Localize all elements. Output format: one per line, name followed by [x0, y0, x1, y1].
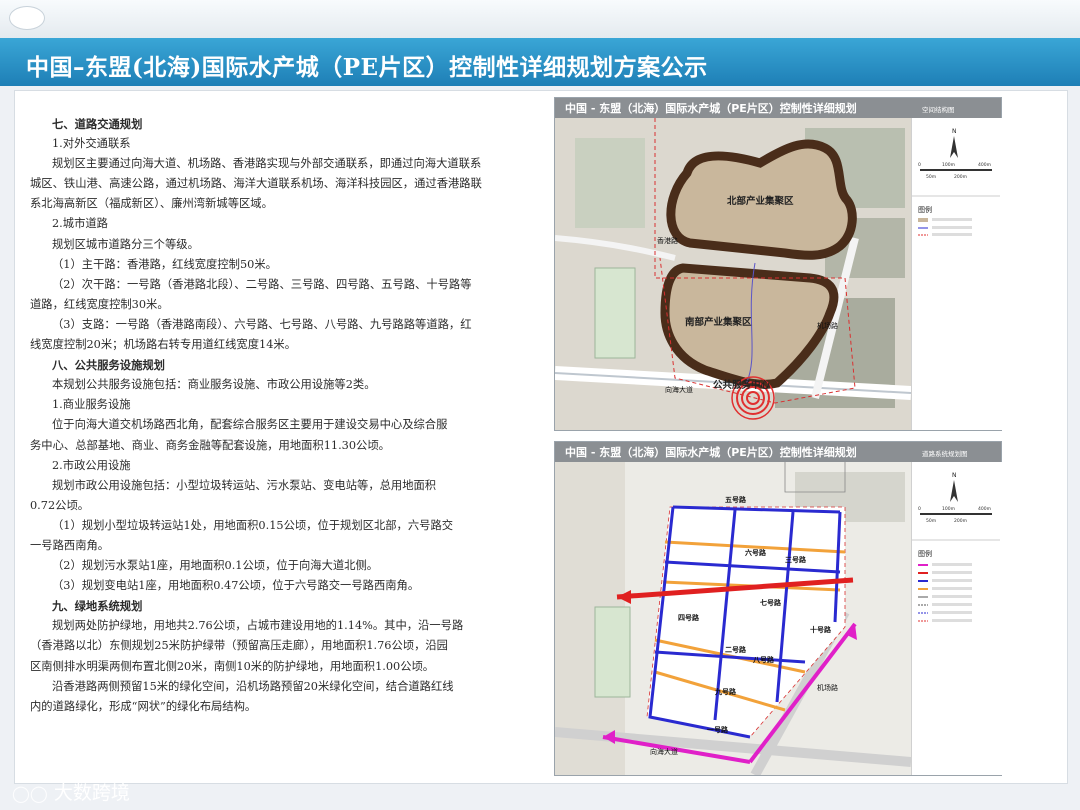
text-line: 区南侧排水明渠两侧布置北侧20米，南侧10米的防护绿地，用地面积1.00公顷。	[30, 659, 435, 673]
oval-button[interactable]	[9, 6, 45, 30]
plan-text: 七、道路交通规划 1.对外交通联系 规划区主要通过向海大道、机场路、香港路实现与…	[30, 114, 514, 717]
text-line: 九、绿地系统规划	[52, 599, 143, 614]
text-line: 系北海高新区（福成新区）、廉州湾新城等区域。	[30, 197, 273, 211]
brand-name: 大数跨境	[53, 782, 130, 804]
road-label-r1: 一号路	[707, 725, 729, 734]
svg-text:400m: 400m	[978, 162, 991, 168]
text-line: 1.对外交通联系	[52, 137, 131, 151]
legend-svg: N 0 100m 400m 50m 200m 图例	[912, 472, 1000, 622]
road-label-airport: 机场路	[817, 683, 838, 692]
road-label-r10: 十号路	[810, 625, 832, 634]
north-zone-label: 北部产业集聚区	[727, 195, 794, 207]
svg-text:50m: 50m	[926, 174, 936, 180]
top-strip	[0, 0, 1080, 38]
text-line: （2）次干路：一号路（香港路北段）、二号路、三号路、四号路、五号路、十号路等	[52, 277, 472, 291]
road-system-map: 中国 - 东盟（北海）国际水产城（PE片区）控制性详细规划 五号路 六号路 七号…	[554, 441, 1002, 776]
road-label-hk: 香港路	[657, 236, 678, 245]
footer-brand: ◯◯ 大数跨境	[12, 778, 152, 804]
text-line: 城区、铁山港、高速公路，通过机场路、海洋大道联系机场、海洋科技园区，通过香港路联	[30, 177, 482, 191]
legend-title: 图例	[918, 549, 932, 558]
text-line: 七、道路交通规划	[52, 117, 143, 131]
svg-text:N: N	[952, 128, 957, 135]
svg-text:50m: 50m	[926, 518, 936, 524]
text-line: （1）主干路：香港路，红线宽度控制50米。	[52, 257, 277, 271]
road-label-r8: 八号路	[752, 655, 775, 664]
text-line: 1.商业服务设施	[52, 398, 131, 412]
road-label-r2: 二号路	[725, 645, 747, 654]
text-line: （3）支路：一号路（香港路南段）、六号路、七号路、八号路、九号路路等道路，红	[52, 317, 472, 331]
text-line: 0.72公顷。	[30, 498, 90, 512]
spatial-structure-svg: 北部产业集聚区 南部产业集聚区 公共服务中心 香港路 向海大道 机场路	[555, 118, 911, 430]
road-label-xianghai: 向海大道	[650, 747, 678, 756]
road-label-airport: 机场路	[817, 321, 838, 330]
south-zone-label: 南部产业集聚区	[685, 316, 752, 328]
legend-title: 图例	[918, 205, 932, 214]
road-label-r7: 七号路	[760, 598, 782, 607]
text-line: 2.市政公用设施	[52, 458, 131, 472]
text-line: 务中心、总部基地、商业、商务金融等配套设施，用地面积11.30公顷。	[30, 438, 390, 452]
brand-logo-icon: ◯◯	[12, 784, 48, 803]
map-subtitle: 道路系统规划图	[922, 450, 968, 458]
svg-text:0: 0	[918, 506, 921, 512]
text-line: 规划两处防护绿地，用地共2.76公顷，占城市建设用地的1.14%。其中，沿一号路	[52, 619, 464, 633]
map-legend: 道路系统规划图 N 0 100m 400m 50m 200m 图例	[911, 450, 1002, 775]
text-line: 八、公共服务设施规划	[52, 358, 165, 373]
text-line: （1）规划小型垃圾转运站1处，用地面积0.15公顷，位于规划区北部，六号路交	[52, 518, 454, 532]
road-label-r5: 五号路	[725, 495, 747, 504]
map-canvas: 五号路 六号路 七号路 八号路 九号路 一号路 二号路 三号路 四号路 十号路 …	[555, 462, 911, 775]
svg-text:N: N	[952, 472, 957, 479]
svg-text:100m: 100m	[942, 162, 955, 168]
text-line: 线宽度控制20米；机场路右转专用道红线宽度14米。	[30, 338, 296, 352]
svg-text:400m: 400m	[978, 506, 991, 512]
text-line: 本规划公共服务设施包括：商业服务设施、市政公用设施等2类。	[52, 378, 376, 392]
road-label-r4: 四号路	[678, 613, 700, 622]
title-bar: 中国–东盟(北海)国际水产城（PE片区）控制性详细规划方案公示	[0, 38, 1080, 86]
spatial-structure-map: 中国 - 东盟（北海）国际水产城（PE片区）控制性详细规划 北部产业集聚区 南部…	[554, 97, 1002, 431]
map-legend: 空间结构图 N 0 100m 400m 50m 200m 图例	[911, 106, 1002, 430]
service-center-label: 公共服务中心	[713, 379, 771, 391]
text-line: 道路，红线宽度控制30米。	[30, 297, 169, 311]
text-line: 规划市政公用设施包括：小型垃圾转运站、污水泵站、变电站等，总用地面积	[52, 478, 437, 492]
road-label-r3: 三号路	[785, 555, 807, 564]
road-system-svg: 五号路 六号路 七号路 八号路 九号路 一号路 二号路 三号路 四号路 十号路 …	[555, 462, 911, 775]
page-title: 中国–东盟(北海)国际水产城（PE片区）控制性详细规划方案公示	[26, 54, 708, 81]
text-line: （3）规划变电站1座，用地面积0.47公顷，位于六号路交一号路西南角。	[52, 579, 420, 593]
text-line: 一号路西南角。	[30, 538, 110, 552]
road-label-r9: 九号路	[714, 687, 737, 696]
legend-svg: N 0 100m 400m 50m 200m 图例	[912, 128, 1000, 236]
text-line: 内的道路绿化，形成“网状”的绿化布局结构。	[30, 699, 257, 713]
map-header-title: 中国 - 东盟（北海）国际水产城（PE片区）控制性详细规划	[565, 102, 857, 115]
text-line: （2）规划污水泵站1座，用地面积0.1公顷，位于向海大道北侧。	[52, 559, 379, 573]
map-header-title: 中国 - 东盟（北海）国际水产城（PE片区）控制性详细规划	[565, 446, 857, 459]
text-line: 2.城市道路	[52, 217, 108, 231]
road-label-xianghai: 向海大道	[665, 385, 693, 394]
text-line: （香港路以北）东侧规划25米防护绿带（预留高压走廊），用地面积1.76公顷，沿园	[30, 639, 448, 653]
text-line: 沿香港路两侧预留15米的绿化空间，沿机场路预留20米绿化空间，结合道路红线	[52, 679, 454, 693]
map-canvas: 北部产业集聚区 南部产业集聚区 公共服务中心 香港路 向海大道 机场路	[555, 118, 911, 430]
svg-text:0: 0	[918, 162, 921, 168]
svg-text:200m: 200m	[954, 518, 967, 524]
text-line: 规划区城市道路分三个等级。	[52, 237, 199, 251]
svg-text:100m: 100m	[942, 506, 955, 512]
text-line: 位于向海大道交机场路西北角，配套综合服务区主要用于建设交易中心及综合服	[52, 418, 448, 432]
text-line: 规划区主要通过向海大道、机场路、香港路实现与外部交通联系，即通过向海大道联系	[52, 157, 482, 171]
map-subtitle: 空间结构图	[922, 106, 955, 114]
svg-text:200m: 200m	[954, 174, 967, 180]
road-label-r6: 六号路	[745, 548, 767, 557]
